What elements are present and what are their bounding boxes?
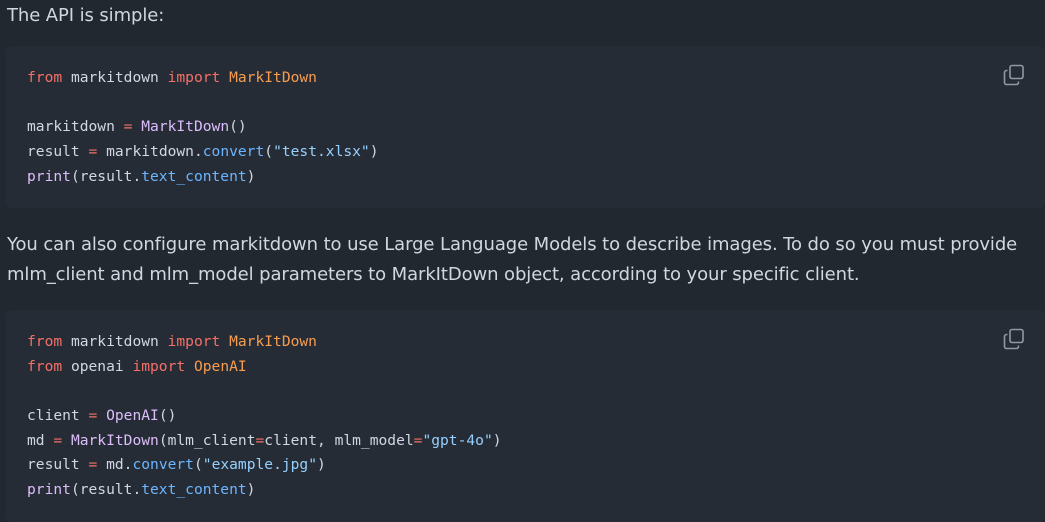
keyword-token: import xyxy=(132,357,186,375)
string-token: "example.jpg" xyxy=(202,456,318,474)
keyword-token: import xyxy=(167,69,221,86)
code-token: client xyxy=(27,407,89,425)
keyword-token: from xyxy=(27,69,63,86)
code-token: markitdown. xyxy=(97,143,203,161)
operator-token: = xyxy=(88,407,98,425)
code-line: from markitdown import MarkItDown xyxy=(27,330,502,355)
code-token: result xyxy=(27,143,89,161)
code-token: md. xyxy=(97,456,133,474)
class-token: MarkItDown xyxy=(229,333,317,350)
copy-icon xyxy=(1003,64,1024,86)
code-token: markitdown xyxy=(27,118,124,136)
code-line: markitdown = MarkItDown() xyxy=(27,115,379,140)
description-line-1: You can also configure markitdown to use… xyxy=(7,234,1018,255)
copy-button[interactable] xyxy=(1003,328,1025,350)
function-token: MarkItDown xyxy=(70,431,159,449)
class-token: MarkItDown xyxy=(229,69,317,86)
description-line-2: mlm_client and mlm_model parameters to M… xyxy=(7,264,860,285)
code-line: from openai import OpenAI xyxy=(27,355,502,380)
code-content: from markitdown import MarkItDown markit… xyxy=(27,66,379,189)
method-token: convert xyxy=(202,143,265,161)
function-token: print xyxy=(27,167,71,185)
method-token: text_content xyxy=(141,481,247,499)
code-content: from markitdown import MarkItDown from op… xyxy=(27,330,502,503)
code-block-basic-usage: from markitdown import MarkItDown markit… xyxy=(6,46,1045,208)
code-token: ( xyxy=(193,456,203,474)
code-token: () xyxy=(229,118,247,136)
class-token: OpenAI xyxy=(193,357,247,375)
code-token: (result. xyxy=(70,167,142,185)
keyword-token: import xyxy=(167,333,221,350)
code-token: ) xyxy=(246,167,256,185)
code-block-llm-usage: from markitdown import MarkItDown from op… xyxy=(6,310,1045,522)
code-token: md xyxy=(27,431,54,449)
code-token: () xyxy=(158,407,177,425)
code-line: result = md.convert("example.jpg") xyxy=(27,453,502,478)
keyword-token: from xyxy=(27,333,63,350)
function-token: print xyxy=(27,481,71,499)
code-token: (result. xyxy=(70,481,142,499)
code-token: ) xyxy=(317,456,326,474)
code-token: ) xyxy=(246,481,256,499)
code-token: ) xyxy=(369,143,379,161)
function-token: MarkItDown xyxy=(141,118,230,136)
operator-token: = xyxy=(53,431,63,449)
operator-token: = xyxy=(88,143,98,161)
code-line: from markitdown import MarkItDown xyxy=(27,66,379,91)
code-token: result xyxy=(27,456,89,474)
code-line: client = OpenAI() xyxy=(27,404,502,429)
copy-button[interactable] xyxy=(1003,64,1025,86)
string-token: "gpt-4o" xyxy=(422,431,493,449)
code-token: (mlm_client xyxy=(158,431,256,449)
code-token: ( xyxy=(264,143,274,161)
code-line: print(result.text_content) xyxy=(27,165,379,190)
operator-token: = xyxy=(88,456,98,474)
code-line: md = MarkItDown(mlm_client=client, mlm_m… xyxy=(27,429,502,454)
code-token: markitdown xyxy=(62,69,168,86)
method-token: text_content xyxy=(141,167,247,185)
method-token: convert xyxy=(132,456,194,474)
code-token: markitdown xyxy=(62,333,168,350)
code-line: print(result.text_content) xyxy=(27,478,502,503)
code-token: ) xyxy=(492,431,502,449)
keyword-token: from xyxy=(27,357,63,375)
operator-token: = xyxy=(255,431,265,449)
code-token: client, mlm_model xyxy=(264,431,414,449)
code-line: result = markitdown.convert("test.xlsx") xyxy=(27,140,379,165)
string-token: "test.xlsx" xyxy=(273,143,370,161)
code-token: openai xyxy=(62,357,133,375)
function-token: OpenAI xyxy=(106,407,159,425)
intro-text: The API is simple: xyxy=(7,5,165,26)
copy-icon xyxy=(1003,328,1024,350)
